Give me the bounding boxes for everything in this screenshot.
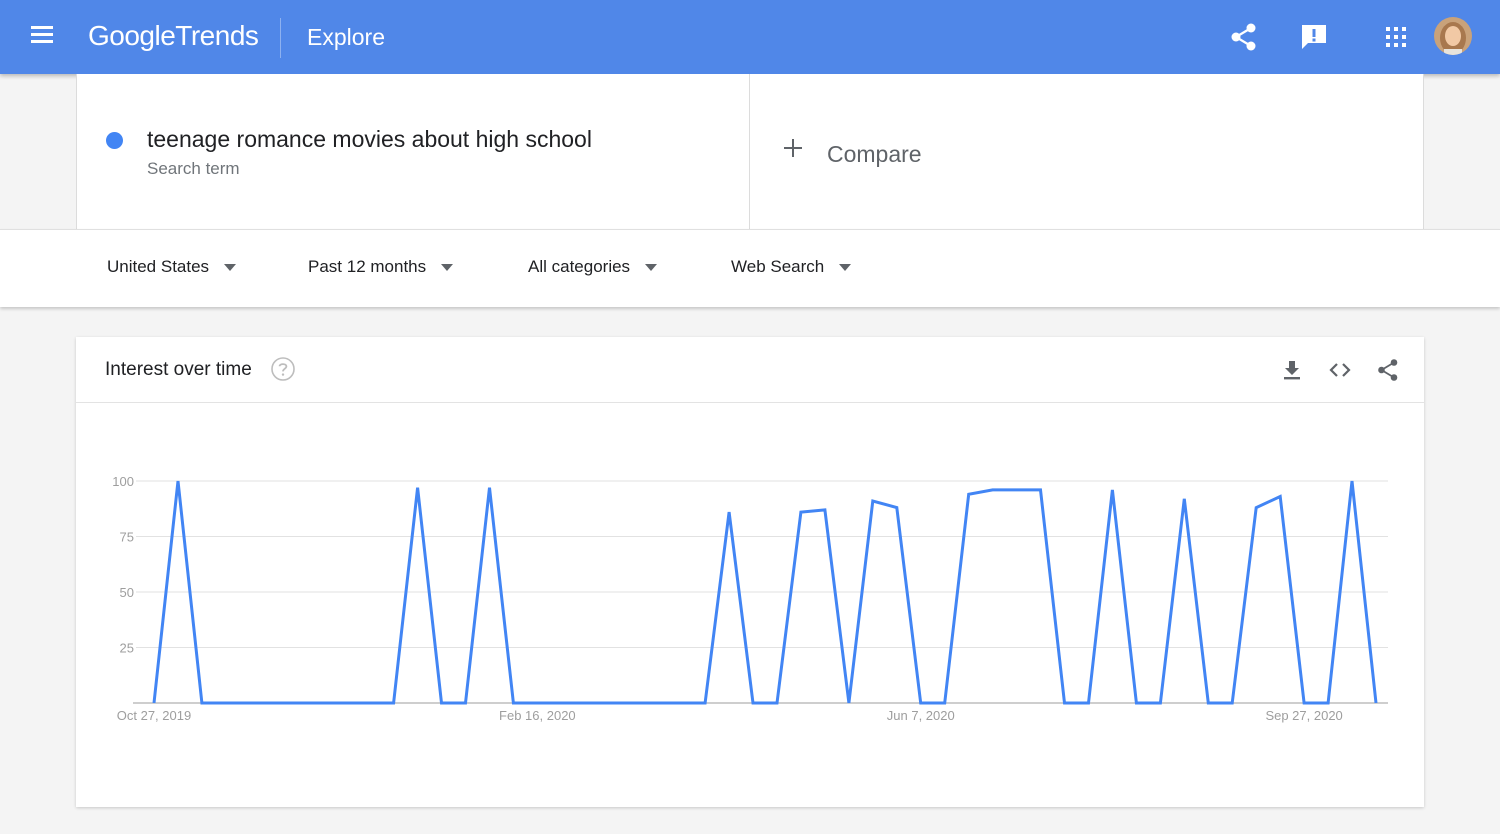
interest-over-time-card: Interest over time 25 50 75 100 Oct 27, 201… [76, 337, 1424, 807]
chart-y-tick-label: 100 [112, 474, 134, 489]
dropdown-arrow-icon [645, 263, 658, 271]
category-filter-label: All categories [528, 257, 631, 276]
dropdown-arrow-icon [441, 263, 454, 271]
header-divider [280, 18, 281, 58]
chart-y-tick-label: 50 [120, 585, 134, 600]
share-icon[interactable] [1375, 357, 1401, 383]
search-term-text: teenage romance movies about high school [147, 126, 592, 152]
share-icon[interactable] [1227, 20, 1261, 54]
plus-icon [784, 139, 802, 157]
category-filter[interactable]: All categories [528, 257, 658, 277]
chart-x-tick-label: Jun 7, 2020 [887, 708, 955, 723]
location-filter[interactable]: United States [107, 257, 237, 277]
location-filter-label: United States [107, 257, 210, 276]
compare-button[interactable]: Compare [751, 74, 1423, 229]
filter-bar: United States Past 12 months All categor… [0, 229, 1500, 307]
app-header: GoogleTrends Explore [0, 0, 1500, 74]
embed-code-icon[interactable] [1327, 357, 1353, 383]
dropdown-arrow-icon [224, 263, 237, 271]
time-range-filter-label: Past 12 months [308, 257, 427, 276]
search-term-type: Search term [147, 159, 240, 178]
page-title: Explore [307, 24, 385, 50]
search-term-card[interactable]: teenage romance movies about high school… [77, 74, 750, 229]
user-avatar[interactable] [1434, 17, 1472, 55]
search-type-filter-label: Web Search [731, 257, 825, 276]
google-trends-logo[interactable]: GoogleTrends [88, 20, 259, 52]
chart-y-tick-label: 25 [120, 641, 134, 656]
download-icon[interactable] [1279, 357, 1305, 383]
chart-x-tick-label: Sep 27, 2020 [1265, 708, 1342, 723]
interest-over-time-chart: 25 50 75 100 Oct 27, 2019 Feb 16, 2020 Jun 7,… [112, 474, 1388, 723]
feedback-icon[interactable] [1297, 20, 1331, 54]
main-menu-icon[interactable] [28, 24, 56, 52]
dropdown-arrow-icon [839, 263, 852, 271]
chart-x-tick-label: Oct 27, 2019 [117, 708, 191, 723]
term-color-dot [106, 132, 123, 149]
logo-trends-text: Trends [175, 20, 259, 51]
card-header: Interest over time [76, 337, 1424, 403]
apps-grid-icon[interactable] [1379, 20, 1413, 54]
search-terms-panel: teenage romance movies about high school… [76, 74, 1424, 229]
time-range-filter[interactable]: Past 12 months [308, 257, 454, 277]
help-icon[interactable] [270, 356, 296, 382]
chart-y-tick-label: 75 [120, 530, 134, 545]
logo-google-text: Google [88, 20, 176, 51]
chart-x-tick-label: Feb 16, 2020 [499, 708, 576, 723]
compare-label: Compare [827, 141, 922, 167]
search-type-filter[interactable]: Web Search [731, 257, 852, 277]
card-title: Interest over time [105, 359, 252, 380]
